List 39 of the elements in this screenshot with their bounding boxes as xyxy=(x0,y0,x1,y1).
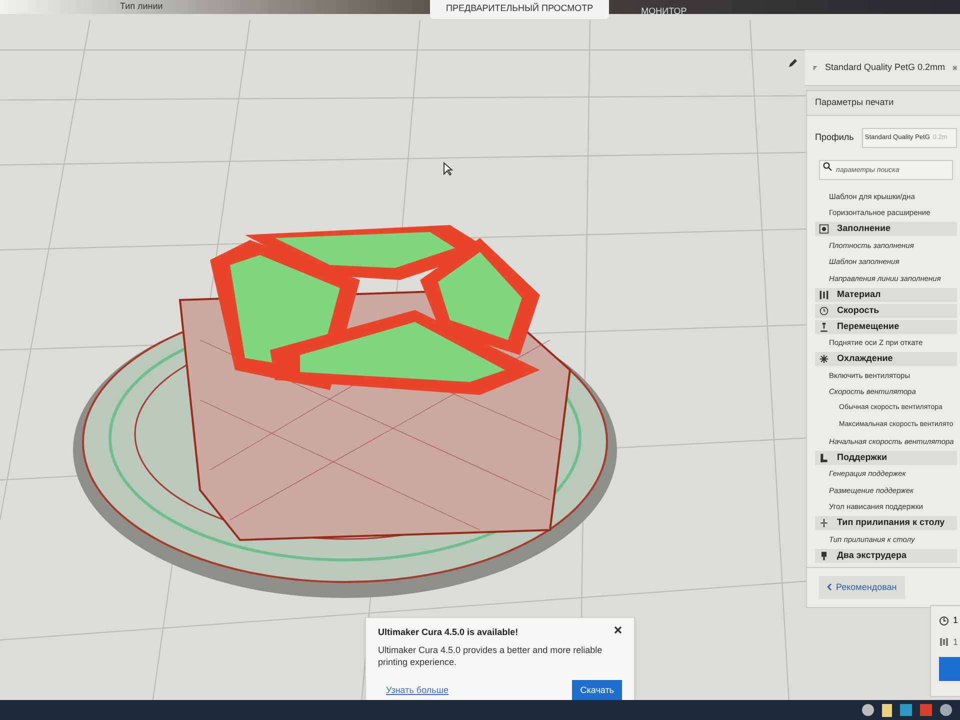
printer-profile-name: Standard Quality PetG 0.2mm xyxy=(824,60,946,74)
search-icon xyxy=(823,162,832,170)
profile-label: Профиль xyxy=(815,130,854,144)
spool-icon xyxy=(819,290,829,300)
mouse-cursor-icon xyxy=(443,162,453,176)
category-header[interactable]: Тип прилипания к столу xyxy=(815,516,957,530)
pencil-icon[interactable] xyxy=(788,58,798,68)
adhesion-icon xyxy=(819,518,829,528)
spool-icon xyxy=(939,637,949,648)
support-icon xyxy=(819,452,829,462)
extruder-icon xyxy=(819,550,829,560)
panel-title: Параметры печати xyxy=(807,91,960,116)
category-header[interactable]: Охлаждение xyxy=(815,352,957,366)
close-icon[interactable] xyxy=(614,626,622,634)
printer-profile-bar[interactable]: Standard Quality PetG 0.2mm xyxy=(805,50,960,86)
globe-icon[interactable] xyxy=(940,704,952,716)
download-button[interactable]: Скачать xyxy=(572,680,622,701)
category-header[interactable]: Материал xyxy=(815,288,957,302)
app-icon[interactable] xyxy=(862,704,874,716)
learn-more-link[interactable]: Узнать больше xyxy=(386,684,449,697)
chevron-left-icon xyxy=(827,583,832,592)
notification-title: Ultimaker Cura 4.5.0 is available! xyxy=(378,626,518,639)
category-header[interactable]: Два экструдера xyxy=(815,548,957,562)
notification-message: Ultimaker Cura 4.5.0 provides a better and more reliable printing experience. xyxy=(378,644,603,668)
material-amount: 1 xyxy=(953,636,958,648)
clock-icon xyxy=(939,616,949,626)
print-time: 1 xyxy=(953,614,958,627)
line-type-label: Тип линии xyxy=(120,0,163,13)
category-header[interactable]: Скорость xyxy=(815,304,957,318)
recommended-button[interactable]: Рекомендован xyxy=(819,576,905,599)
fan-icon xyxy=(819,354,829,364)
category-header[interactable]: Поддержки xyxy=(815,450,957,464)
category-header[interactable]: Перемещение xyxy=(815,320,957,334)
infill-icon xyxy=(819,224,829,234)
view-tab[interactable]: ПРЕДВАРИТЕЛЬНЫЙ ПРОСМОТР xyxy=(430,0,610,18)
view-tab[interactable]: МОНИТОР xyxy=(633,0,695,18)
category-header[interactable]: Заполнение xyxy=(815,222,957,236)
notes-icon[interactable] xyxy=(882,704,892,716)
travel-icon xyxy=(819,322,829,332)
